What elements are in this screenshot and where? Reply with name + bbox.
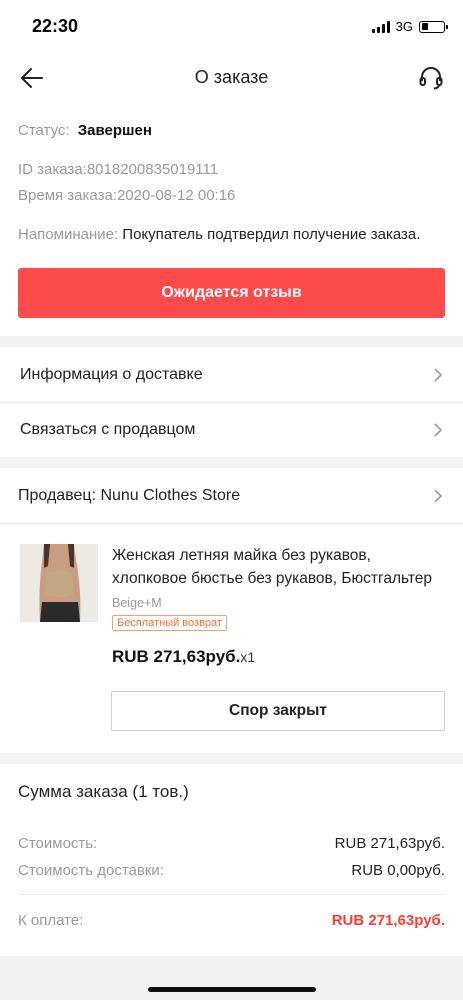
order-status: Статус: Завершен: [18, 122, 445, 139]
order-summary-card: Сумма заказа (1 тов.) Стоимость: RUB 271…: [0, 764, 463, 956]
awaiting-review-button[interactable]: Ожидается отзыв: [18, 268, 445, 318]
order-reminder: Напоминание: Покупатель подтвердил получ…: [18, 223, 445, 246]
nav-bar: О заказе: [0, 50, 463, 106]
product-variant: Beige+M: [112, 596, 162, 610]
delivery-info-label: Информация о доставке: [20, 365, 203, 383]
status-value: Завершен: [77, 122, 152, 139]
headset-support-icon[interactable]: [417, 64, 445, 92]
chevron-right-icon: [434, 423, 443, 437]
delivery-info-row[interactable]: Информация о доставке: [0, 347, 463, 402]
shipping-label: Стоимость доставки:: [18, 862, 164, 879]
status-time: 22:30: [32, 16, 79, 36]
order-info-card: Статус: Завершен ID заказа:8018200835019…: [0, 106, 463, 336]
chevron-right-icon: [434, 367, 443, 382]
status-label: Статус:: [18, 122, 70, 139]
status-bar: 22:30 3G: [0, 0, 463, 50]
summary-divider: [18, 894, 445, 895]
contact-seller-label: Связаться с продавцом: [20, 421, 196, 438]
seller-card: Продавец: Nunu Clothes Store Женская лет…: [0, 468, 463, 753]
shipping-value: RUB 0,00руб.: [351, 862, 445, 879]
reminder-text: Покупатель подтвердил получение заказа.: [118, 226, 421, 243]
chevron-right-icon: [434, 488, 443, 503]
product-thumbnail[interactable]: [20, 544, 98, 622]
product-info: Женская летняя майка без рукавов, хлопко…: [112, 544, 445, 667]
signal-icon: [371, 20, 390, 33]
shipping-row: Стоимость доставки: RUB 0,00руб.: [18, 857, 445, 884]
dispute-closed-button[interactable]: Спор закрыт: [111, 691, 445, 731]
total-value: RUB 271,63руб.: [331, 912, 445, 929]
network-label: 3G: [395, 19, 413, 34]
total-label: К оплате:: [18, 912, 84, 929]
price-value: RUB 271,63руб.: [112, 647, 241, 666]
page-title: О заказе: [194, 67, 269, 87]
cost-row: Стоимость: RUB 271,63руб.: [18, 830, 445, 857]
contact-seller-row[interactable]: Связаться с продавцом: [0, 402, 463, 457]
order-id: ID заказа:8018200835019111: [18, 161, 219, 178]
product-title[interactable]: Женская летняя майка без рукавов, хлопко…: [112, 544, 445, 590]
product-item[interactable]: Женская летняя майка без рукавов, хлопко…: [0, 524, 463, 667]
product-price: RUB 271,63руб.x1: [112, 647, 445, 667]
home-indicator: [147, 987, 316, 992]
seller-name: Продавец: Nunu Clothes Store: [18, 486, 241, 504]
product-quantity: x1: [240, 649, 256, 665]
total-row: К оплате: RUB 271,63руб.: [18, 907, 445, 934]
reminder-label: Напоминание:: [18, 226, 119, 243]
summary-title: Сумма заказа (1 тов.): [18, 782, 189, 801]
cost-value: RUB 271,63руб.: [334, 835, 445, 852]
seller-row[interactable]: Продавец: Nunu Clothes Store: [0, 468, 463, 524]
cost-label: Стоимость:: [18, 835, 98, 852]
battery-icon: [419, 20, 448, 33]
order-time: Время заказа:2020-08-12 00:16: [18, 187, 236, 204]
links-card: Информация о доставке Связаться с продав…: [0, 347, 463, 457]
free-return-badge: Бесплатный возврат: [112, 615, 227, 631]
status-icons: 3G: [371, 19, 448, 34]
